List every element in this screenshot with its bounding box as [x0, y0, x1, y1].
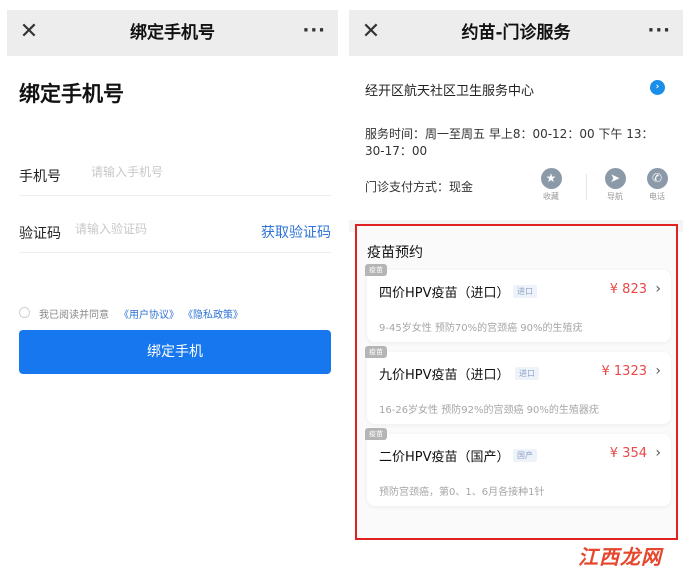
more-icon[interactable]: ··· — [302, 10, 326, 52]
get-code-button[interactable]: 获取验证码 — [261, 222, 331, 242]
code-row: 验证码 获取验证码 — [19, 213, 331, 253]
navbar: ✕ 绑定手机号 ··· — [7, 10, 338, 56]
vaccine-card[interactable]: 疫苗 九价HPV疫苗（进口） 进口 ¥ 1323 › 16-26岁女性 预防92… — [365, 346, 671, 424]
phone-row: 手机号 — [19, 156, 331, 196]
vaccine-title: 二价HPV疫苗（国产） — [379, 450, 510, 465]
nav-title: 约苗-门诊服务 — [461, 23, 571, 43]
navigation-button[interactable]: ➤ 导航 — [595, 168, 635, 202]
info-icon[interactable]: › — [650, 80, 665, 95]
privacy-policy-link[interactable]: 《隐私政策》 — [183, 306, 243, 321]
agree-checkbox[interactable] — [19, 307, 30, 318]
chevron-right-icon: › — [655, 445, 661, 461]
clinic-service-screen: ✕ 约苗-门诊服务 ··· 经开区航天社区卫生服务中心 › 服务时间：周一至周五… — [349, 10, 683, 566]
watermark: 江西龙网 — [578, 545, 662, 569]
origin-badge: 国产 — [513, 449, 537, 462]
phone-icon: ✆ — [646, 168, 668, 189]
bind-phone-button[interactable]: 绑定手机 — [19, 330, 331, 374]
chevron-right-icon: › — [655, 281, 661, 297]
vaccine-tag: 疫苗 — [365, 264, 387, 276]
star-icon: ★ — [540, 168, 562, 189]
vaccine-heading: 疫苗预约 — [367, 245, 423, 261]
vaccine-title: 四价HPV疫苗（进口） — [379, 286, 510, 301]
favorite-label: 收藏 — [543, 192, 559, 201]
vaccine-tag: 疫苗 — [365, 428, 387, 440]
user-agreement-link[interactable]: 《用户协议》 — [119, 306, 179, 321]
vaccine-price: ¥ 1323 — [601, 364, 648, 379]
phone-label: 手机号 — [19, 169, 61, 185]
clinic-name: 经开区航天社区卫生服务中心 — [365, 84, 535, 99]
vaccine-description: 9-45岁女性 预防70%的宫颈癌 90%的生殖疣 — [379, 323, 583, 334]
origin-badge: 进口 — [515, 367, 539, 380]
vaccine-section: 疫苗预约 疫苗 四价HPV疫苗（进口） 进口 ¥ 823 › 9-45岁女性 预… — [355, 224, 678, 540]
phone-input[interactable] — [91, 165, 291, 179]
vaccine-price: ¥ 354 — [609, 446, 647, 461]
navigation-label: 导航 — [607, 192, 623, 201]
code-label: 验证码 — [19, 226, 61, 242]
phone-label: 电话 — [649, 192, 665, 201]
vaccine-card[interactable]: 疫苗 二价HPV疫苗（国产） 国产 ¥ 354 › 预防宫颈癌，第0、1、6月各… — [365, 428, 671, 506]
agree-text: 我已阅读并同意 — [39, 310, 109, 321]
chevron-right-icon: › — [655, 363, 661, 379]
page-title: 绑定手机号 — [19, 82, 124, 106]
vaccine-description: 16-26岁女性 预防92%的宫颈癌 90%的生殖器疣 — [379, 405, 599, 416]
vaccine-description: 预防宫颈癌，第0、1、6月各接种1针 — [379, 487, 545, 498]
code-input[interactable] — [75, 222, 225, 236]
navbar: ✕ 约苗-门诊服务 ··· — [349, 10, 683, 56]
vaccine-card[interactable]: 疫苗 四价HPV疫苗（进口） 进口 ¥ 823 › 9-45岁女性 预防70%的… — [365, 264, 671, 342]
divider — [586, 174, 587, 200]
bind-phone-screen: ✕ 绑定手机号 ··· 绑定手机号 手机号 验证码 获取验证码 我已阅读并同意 … — [7, 10, 338, 566]
navigation-icon: ➤ — [604, 168, 626, 189]
more-icon[interactable]: ··· — [647, 10, 671, 52]
nav-title: 绑定手机号 — [130, 23, 215, 43]
service-time: 服务时间：周一至周五 早上8：00-12：00 下午 13：30-17：00 — [365, 127, 654, 158]
vaccine-price: ¥ 823 — [609, 282, 647, 297]
vaccine-title: 九价HPV疫苗（进口） — [379, 368, 510, 383]
favorite-button[interactable]: ★ 收藏 — [531, 168, 571, 202]
payment-method: 门诊支付方式：现金 — [365, 180, 474, 194]
origin-badge: 进口 — [513, 285, 537, 298]
vaccine-tag: 疫苗 — [365, 346, 387, 358]
phone-button[interactable]: ✆ 电话 — [637, 168, 677, 202]
